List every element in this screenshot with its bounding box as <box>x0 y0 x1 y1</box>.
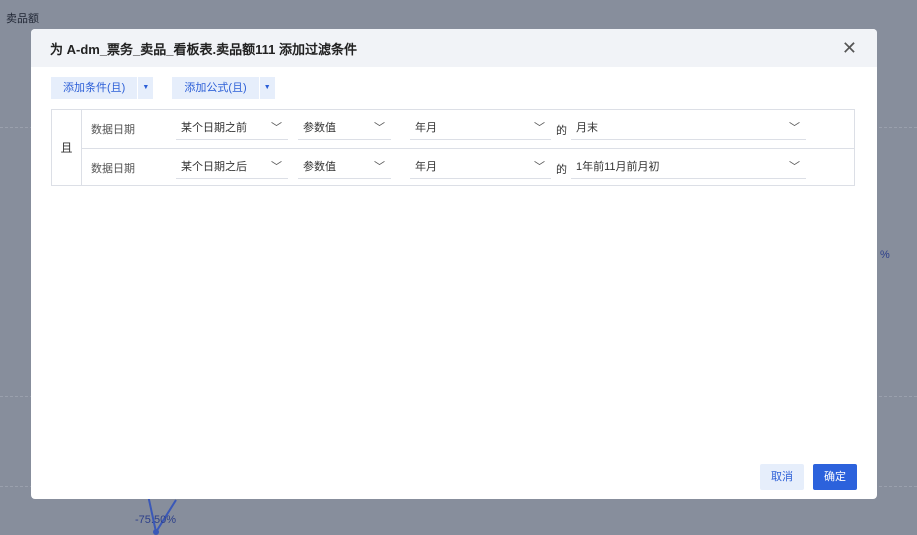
field-label: 数据日期 <box>91 162 135 175</box>
operator-value: 某个日期之前 <box>181 122 247 134</box>
close-icon[interactable]: ✕ <box>842 39 857 57</box>
value-type-value: 参数值 <box>303 122 336 134</box>
add-condition-button[interactable]: 添加条件(且) <box>51 77 138 99</box>
cancel-button[interactable]: 取消 <box>760 464 804 490</box>
chevron-down-icon: ﹀ <box>271 161 282 173</box>
condition-row: 数据日期 某个日期之前 ﹀ 参数值 ﹀ 年月 ﹀ 的 月末 ﹀ <box>82 110 854 148</box>
chevron-down-icon: ﹀ <box>534 161 545 173</box>
confirm-button[interactable]: 确定 <box>813 464 857 490</box>
date-value-select[interactable]: 月末 ﹀ <box>571 116 806 140</box>
value-type-select[interactable]: 参数值 ﹀ <box>298 116 391 140</box>
granularity-select[interactable]: 年月 ﹀ <box>410 155 551 179</box>
add-formula-button[interactable]: 添加公式(且) <box>172 77 259 99</box>
toolbar: 添加条件(且) ▼ 添加公式(且) ▼ <box>51 77 275 99</box>
value-type-select[interactable]: 参数值 ﹀ <box>298 155 391 179</box>
condition-row: 数据日期 某个日期之后 ﹀ 参数值 ﹀ 年月 ﹀ 的 1年前11月前月初 ﹀ <box>82 148 854 186</box>
granularity-value: 年月 <box>415 122 437 134</box>
caret-down-icon[interactable]: ▼ <box>259 77 275 99</box>
granularity-select[interactable]: 年月 ﹀ <box>410 116 551 140</box>
granularity-value: 年月 <box>415 161 437 173</box>
logic-and-toggle[interactable]: 且 <box>52 110 82 185</box>
add-formula-split-button: 添加公式(且) ▼ <box>172 77 275 99</box>
dialog-header: 为 A-dm_票务_卖品_看板表.卖品额111 添加过滤条件 <box>31 29 877 67</box>
operator-select[interactable]: 某个日期之后 ﹀ <box>176 155 288 179</box>
of-label: 的 <box>556 164 567 176</box>
add-condition-split-button: 添加条件(且) ▼ <box>51 77 154 99</box>
filter-dialog: 为 A-dm_票务_卖品_看板表.卖品额111 添加过滤条件 ✕ 添加条件(且)… <box>31 29 877 499</box>
chevron-down-icon: ﹀ <box>271 122 282 134</box>
date-value: 1年前11月前月初 <box>576 161 660 173</box>
dialog-title: 为 A-dm_票务_卖品_看板表.卖品额111 添加过滤条件 <box>50 41 357 57</box>
chevron-down-icon: ﹀ <box>374 161 385 173</box>
chevron-down-icon: ﹀ <box>534 122 545 134</box>
data-label: -75.50% <box>135 514 176 526</box>
of-label: 的 <box>556 125 567 137</box>
chevron-down-icon: ﹀ <box>789 161 800 173</box>
chevron-down-icon: ﹀ <box>374 122 385 134</box>
condition-group: 且 数据日期 某个日期之前 ﹀ 参数值 ﹀ 年月 ﹀ 的 月末 ﹀ 数据日期 某个日期之… <box>51 109 855 186</box>
date-value-select[interactable]: 1年前11月前月初 ﹀ <box>571 155 806 179</box>
data-label: % <box>880 249 890 261</box>
field-label: 数据日期 <box>91 124 135 136</box>
operator-value: 某个日期之后 <box>181 161 247 173</box>
caret-down-icon[interactable]: ▼ <box>138 77 154 99</box>
value-type-value: 参数值 <box>303 161 336 173</box>
chart-title: 卖品额 <box>6 13 39 25</box>
date-value: 月末 <box>576 122 598 134</box>
dialog-footer: 取消 确定 <box>760 464 857 490</box>
operator-select[interactable]: 某个日期之前 ﹀ <box>176 116 288 140</box>
chevron-down-icon: ﹀ <box>789 122 800 134</box>
